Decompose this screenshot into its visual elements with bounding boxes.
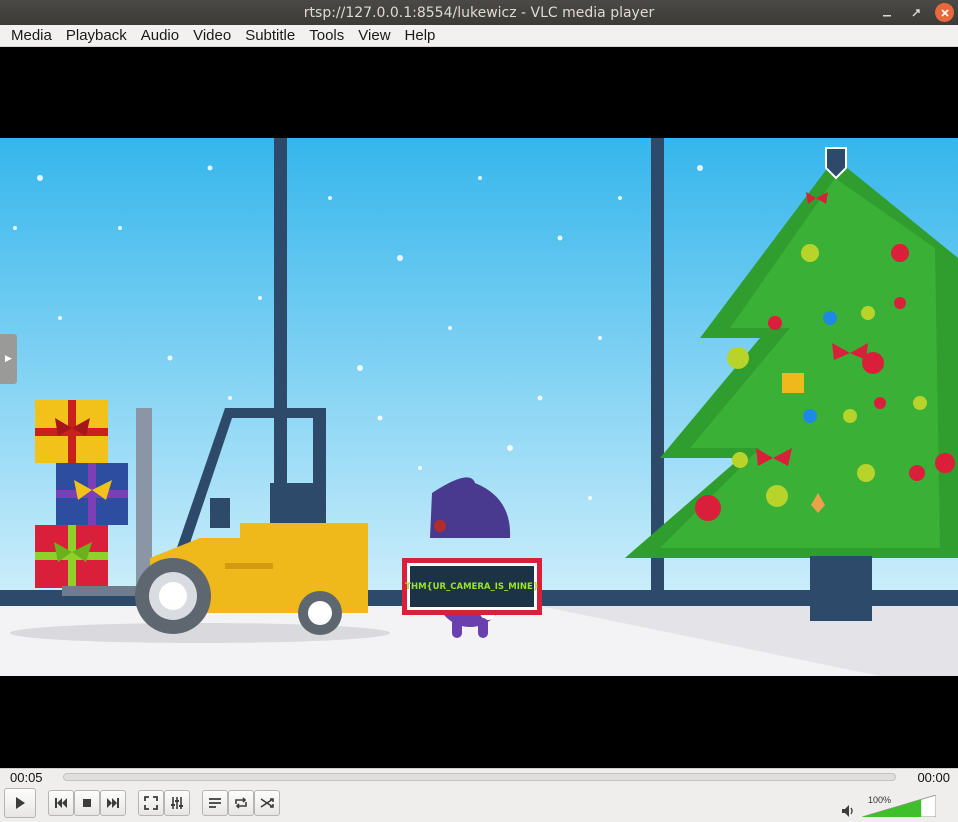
menu-tools[interactable]: Tools — [302, 27, 351, 44]
previous-icon — [55, 798, 67, 808]
previous-button[interactable] — [48, 790, 74, 816]
close-button[interactable] — [935, 3, 954, 22]
window-title: rtsp://127.0.0.1:8554/lukewicz - VLC med… — [303, 4, 655, 21]
shuffle-button[interactable] — [254, 790, 280, 816]
fullscreen-icon — [144, 796, 158, 810]
restore-icon — [912, 8, 920, 16]
minimize-button[interactable] — [877, 3, 896, 22]
menu-media[interactable]: Media — [4, 27, 59, 44]
playlist-button[interactable] — [202, 790, 228, 816]
close-icon — [940, 8, 949, 17]
next-icon — [107, 798, 119, 808]
menu-audio[interactable]: Audio — [134, 27, 186, 44]
menu-playback[interactable]: Playback — [59, 27, 134, 44]
play-button[interactable] — [4, 788, 36, 818]
play-icon — [16, 797, 25, 809]
playlist-icon — [209, 798, 221, 808]
menu-help[interactable]: Help — [398, 27, 443, 44]
menu-subtitle[interactable]: Subtitle — [238, 27, 302, 44]
fullscreen-button[interactable] — [138, 790, 164, 816]
menu-video[interactable]: Video — [186, 27, 238, 44]
expand-arrow-icon: ▶ — [5, 354, 12, 364]
total-time: 00:00 — [917, 770, 950, 785]
playlist-handle[interactable]: ▶ — [0, 334, 17, 384]
control-bar: 00:05 00:00 — [0, 768, 958, 822]
seek-slider[interactable] — [63, 773, 896, 781]
mute-button[interactable] — [840, 803, 858, 819]
sign-text: THM{UR_CAMERA_IS_MINE} — [405, 581, 539, 592]
loop-icon — [235, 797, 247, 809]
volume-percentage: 100% — [868, 795, 892, 805]
speaker-icon — [842, 805, 853, 817]
minimize-icon — [882, 14, 891, 16]
menu-view[interactable]: View — [351, 27, 397, 44]
extended-settings-button[interactable] — [164, 790, 190, 816]
stop-button[interactable] — [74, 790, 100, 816]
stop-icon — [83, 799, 91, 807]
next-button[interactable] — [100, 790, 126, 816]
video-area[interactable]: THM{UR_CAMERA_IS_MINE} ▶ — [0, 47, 958, 768]
title-bar: rtsp://127.0.0.1:8554/lukewicz - VLC med… — [0, 0, 958, 25]
window-buttons — [877, 3, 954, 22]
extended-settings-icon — [171, 797, 183, 809]
video-frame: THM{UR_CAMERA_IS_MINE} — [0, 138, 958, 676]
shuffle-icon — [260, 798, 274, 808]
menu-bar: Media Playback Audio Video Subtitle Tool… — [0, 25, 958, 47]
elapsed-time: 00:05 — [10, 770, 43, 785]
maximize-button[interactable] — [906, 3, 925, 22]
loop-button[interactable] — [228, 790, 254, 816]
